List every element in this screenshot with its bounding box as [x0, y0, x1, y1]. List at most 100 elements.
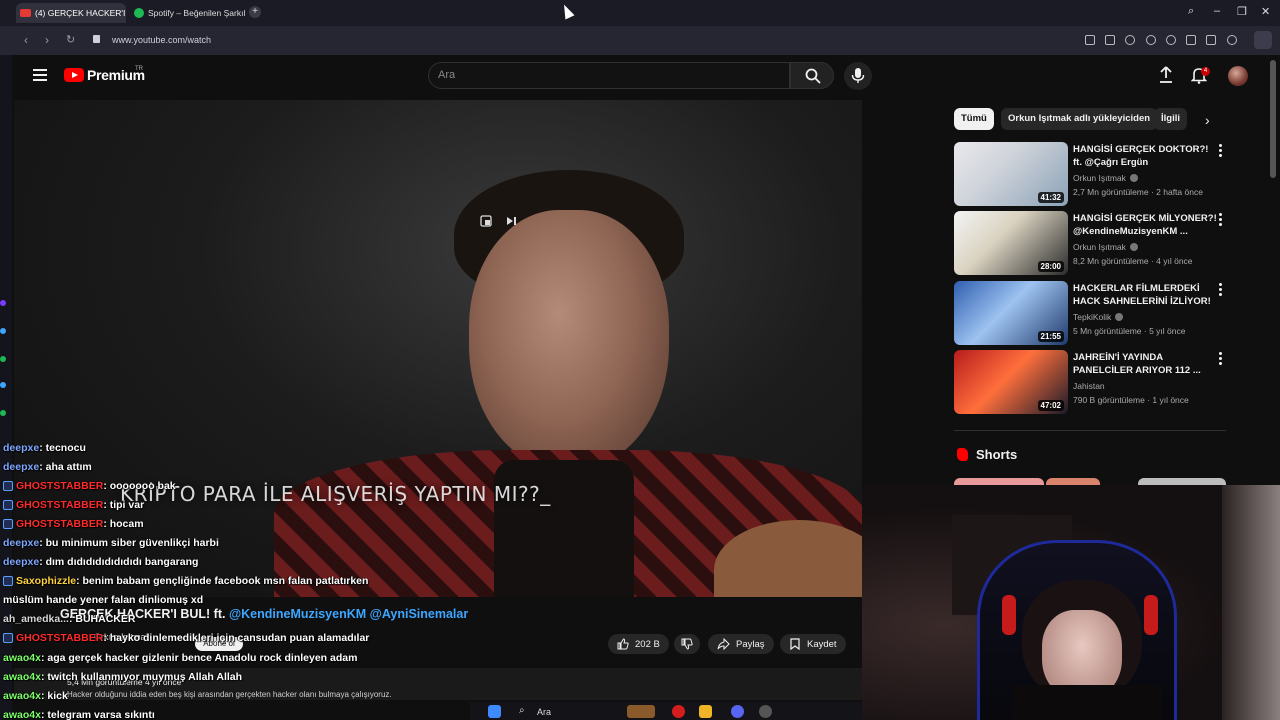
- windows-start-icon[interactable]: [488, 705, 501, 718]
- more-options-icon[interactable]: [1219, 352, 1223, 367]
- extensions-button[interactable]: [1254, 31, 1272, 49]
- hamburger-menu-icon[interactable]: [33, 69, 47, 81]
- verified-icon: [1129, 174, 1138, 182]
- duration-badge: 28:00: [1037, 261, 1064, 272]
- recommendation-item[interactable]: 41:32 HANGİSİ GERÇEK DOKTOR?! ft. @Çağrı …: [954, 142, 1226, 206]
- chat-badge-icon: [3, 518, 13, 529]
- folder-icon[interactable]: [699, 705, 712, 718]
- chip-from-uploader[interactable]: Orkun Işıtmak adlı yükleyiciden: [1001, 108, 1158, 130]
- search-tabs-icon[interactable]: ⌕: [1188, 5, 1194, 18]
- recommendation-channel[interactable]: Orkun Işıtmak: [1073, 242, 1138, 252]
- lock-icon: [93, 35, 100, 43]
- recommendation-title[interactable]: HANGİSİ GERÇEK MİLYONER?! @KendineMuzisy…: [1073, 212, 1218, 238]
- recommendation-meta: 5 Mn görüntüleme · 5 yıl önce: [1073, 326, 1186, 336]
- search-icon[interactable]: ⌕: [519, 705, 532, 718]
- recommendation-meta: 8,2 Mn görüntüleme · 4 yıl önce: [1073, 256, 1193, 266]
- save-button[interactable]: Kaydet: [780, 634, 846, 654]
- shorts-icon: [957, 448, 968, 461]
- more-options-icon[interactable]: [1219, 213, 1223, 228]
- reload-button[interactable]: ↻: [66, 33, 75, 46]
- tab-youtube[interactable]: (4) GERÇEK HACKER'I ×: [16, 3, 126, 23]
- video-thumbnail[interactable]: 41:32: [954, 142, 1068, 206]
- region-code: TR: [135, 66, 143, 72]
- headphone-right: [1144, 595, 1158, 635]
- taskbar-search-label[interactable]: Ara: [537, 707, 551, 717]
- sidebar-app-icon[interactable]: [0, 300, 6, 306]
- autoplay-icon[interactable]: [505, 215, 517, 227]
- recommendation-item[interactable]: 47:02 JAHREİN'İ YAYINDA PANELCİLER ARIYOR…: [954, 350, 1226, 414]
- recommendation-channel[interactable]: TepkiKolik: [1073, 312, 1124, 322]
- recommendation-channel[interactable]: Orkun Işıtmak: [1073, 173, 1138, 183]
- sidebar-app-icon[interactable]: [0, 328, 6, 334]
- url-field[interactable]: www.youtube.com/watch: [112, 35, 211, 45]
- page-scrollbar[interactable]: [1270, 60, 1276, 178]
- chat-text: : twitch kullanmıyor muymuş Allah Allah: [40, 670, 243, 683]
- edit-icon[interactable]: [1085, 35, 1095, 45]
- search-button[interactable]: [790, 62, 834, 89]
- download-icon[interactable]: [1186, 35, 1196, 45]
- search-input[interactable]: [428, 62, 790, 89]
- avatar[interactable]: [1228, 66, 1248, 86]
- settings-icon[interactable]: [759, 705, 772, 718]
- profile-icon[interactable]: [1227, 35, 1237, 45]
- vpn-icon[interactable]: [1125, 35, 1135, 45]
- more-options-icon[interactable]: [1219, 144, 1223, 159]
- play-icon[interactable]: [1146, 35, 1156, 45]
- chat-message: GHOSTSTABBER : hocam: [3, 514, 523, 533]
- dislike-button[interactable]: [674, 634, 700, 654]
- chat-text: : hayko dinlemedikleri için cansudan pua…: [103, 632, 370, 645]
- video-thumbnail[interactable]: 28:00: [954, 211, 1068, 275]
- chat-username: deepxe: [3, 537, 40, 550]
- spotify-icon[interactable]: [0, 410, 6, 416]
- opera-gx-icon[interactable]: [672, 705, 685, 718]
- forward-button[interactable]: ›: [45, 33, 49, 47]
- menu-icon[interactable]: [1206, 35, 1216, 45]
- webcam-door: [1222, 485, 1280, 720]
- chat-badge-icon: [3, 633, 13, 644]
- video-thumbnail[interactable]: 21:55: [954, 281, 1068, 345]
- recommendation-item[interactable]: 28:00 HANGİSİ GERÇEK MİLYONER?! @KendineM…: [954, 211, 1226, 275]
- voice-search-button[interactable]: [844, 62, 872, 90]
- recommendation-title[interactable]: HANGİSİ GERÇEK DOKTOR?! ft. @Çağrı Ergün: [1073, 143, 1218, 169]
- microphone-icon: [851, 68, 865, 83]
- chat-message: awao4x : aga gerçek hacker gizlenir benc…: [3, 648, 523, 667]
- chat-message: awao4x : kick: [3, 686, 523, 705]
- recommendation-title[interactable]: HACKERLAR FİLMLERDEKİ HACK SAHNELERİNİ İ…: [1073, 282, 1218, 308]
- chat-username: awao4x: [3, 708, 41, 720]
- chip-all[interactable]: Tümü: [954, 108, 994, 130]
- back-button[interactable]: ‹: [24, 33, 28, 47]
- whatsapp-icon[interactable]: [0, 356, 6, 362]
- chat-username: GHOSTSTABBER: [16, 632, 104, 645]
- recommendation-item[interactable]: 21:55 HACKERLAR FİLMLERDEKİ HACK SAHNELER…: [954, 281, 1226, 345]
- chat-badge-icon: [3, 499, 13, 510]
- recommendation-title[interactable]: JAHREİN'İ YAYINDA PANELCİLER ARIYOR 112 …: [1073, 351, 1218, 377]
- upload-icon[interactable]: [1158, 66, 1174, 84]
- chat-text: : aga gerçek hacker gizlenir bence Anado…: [40, 651, 358, 664]
- heart-icon[interactable]: [1166, 35, 1176, 45]
- sidebar-app-icon[interactable]: [0, 382, 6, 388]
- screen: (4) GERÇEK HACKER'I × Spotify – Beğenile…: [0, 0, 1280, 720]
- tab-label: (4) GERÇEK HACKER'I: [35, 8, 126, 18]
- minimize-button[interactable]: –: [1214, 5, 1220, 17]
- chat-text: : kick: [40, 689, 68, 702]
- chat-username: awao4x: [3, 670, 41, 683]
- bookmark-icon: [790, 638, 800, 650]
- video-thumbnail[interactable]: 47:02: [954, 350, 1068, 414]
- close-window-button[interactable]: ✕: [1261, 5, 1270, 18]
- chat-message: GHOSTSTABBER : tipi var: [3, 495, 523, 514]
- discord-icon[interactable]: [731, 705, 744, 718]
- share-button[interactable]: Paylaş: [708, 634, 774, 654]
- chat-text: : ooooooo bak: [103, 479, 176, 492]
- recommendation-channel[interactable]: Jahistan: [1073, 381, 1105, 391]
- new-tab-button[interactable]: +: [249, 6, 261, 18]
- chevron-right-icon[interactable]: ›: [1205, 112, 1210, 128]
- verified-icon: [1115, 313, 1124, 321]
- camera-icon[interactable]: [1105, 35, 1115, 45]
- like-button[interactable]: 202 B: [608, 634, 669, 654]
- tab-spotify[interactable]: Spotify – Beğenilen Şarkıl: [130, 3, 245, 23]
- miniplayer-icon[interactable]: [480, 215, 492, 227]
- taskbar-app-icon[interactable]: [627, 705, 655, 718]
- maximize-button[interactable]: ❐: [1237, 5, 1247, 18]
- chip-related[interactable]: İlgili: [1154, 108, 1187, 130]
- more-options-icon[interactable]: [1219, 283, 1223, 298]
